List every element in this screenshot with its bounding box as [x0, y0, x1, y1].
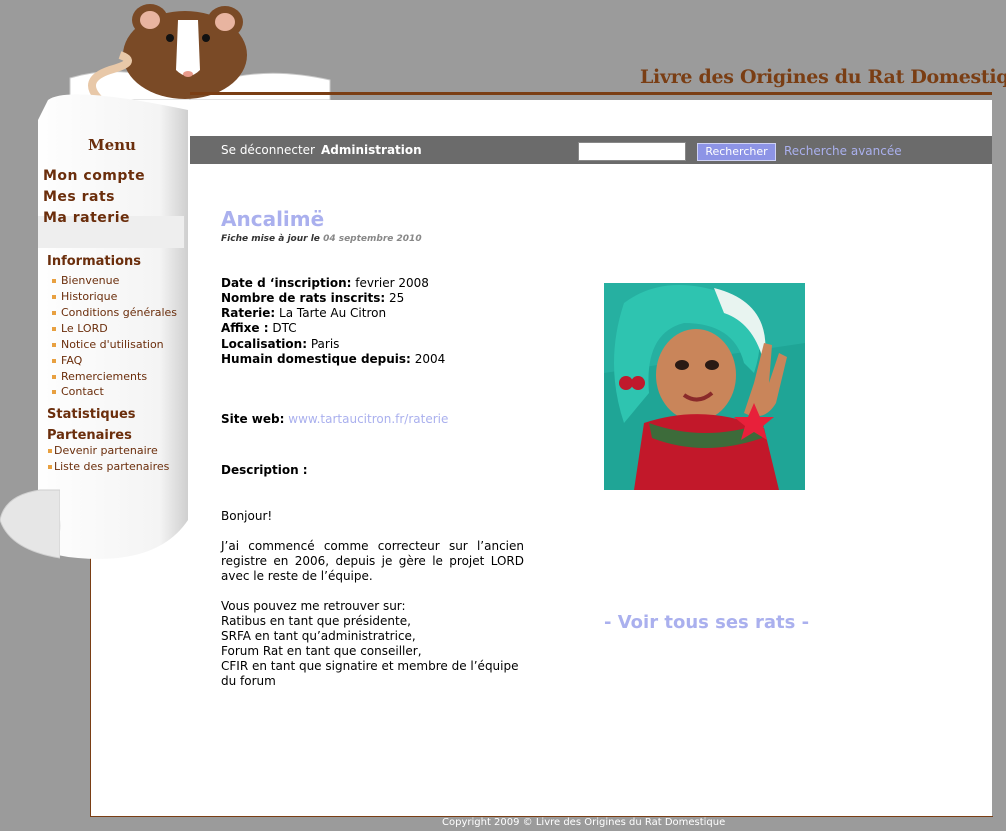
scroll-curl: [0, 489, 60, 559]
title-divider: [190, 92, 992, 95]
bullet-icon: [52, 279, 56, 283]
bullet-icon: [48, 449, 52, 453]
sidebar-item-notice[interactable]: Notice d'utilisation: [52, 338, 164, 351]
field-human-since: Humain domestique depuis: 2004: [221, 352, 446, 366]
field-rat-count: Nombre de rats inscrits: 25: [221, 291, 405, 305]
bullet-icon: [52, 295, 56, 299]
sidebar-item-history[interactable]: Historique: [52, 290, 117, 303]
sidebar-item-faq[interactable]: FAQ: [52, 354, 82, 367]
menu-title: Menu: [88, 136, 136, 154]
last-updated: Fiche mise à jour le 04 septembre 2010: [221, 234, 422, 244]
logout-link[interactable]: Se déconnecter: [221, 143, 315, 157]
bullet-icon: [52, 327, 56, 331]
field-ratery: Raterie: La Tarte Au Citron: [221, 306, 387, 320]
website-link[interactable]: www.tartaucitron.fr/raterie: [288, 412, 448, 426]
sidebar-item-contact[interactable]: Contact: [52, 385, 104, 398]
see-all-rats-link[interactable]: - Voir tous ses rats -: [604, 612, 809, 633]
my-rats-link[interactable]: Mes rats: [43, 189, 115, 205]
website-label: Site web:: [221, 412, 285, 426]
bullet-icon: [52, 343, 56, 347]
profile-name: Ancalimë: [221, 207, 325, 231]
bullet-icon: [52, 311, 56, 315]
admin-link[interactable]: Administration: [321, 143, 422, 157]
header: Livre des Origines du Rat Domestique: [0, 0, 1006, 100]
profile-avatar: [604, 283, 805, 490]
field-affix: Affixe : DTC: [221, 321, 297, 335]
statistics-link[interactable]: Statistiques: [47, 407, 136, 422]
partners-heading: Partenaires: [47, 428, 132, 443]
search-button[interactable]: Rechercher: [697, 143, 776, 161]
bullet-icon: [52, 375, 56, 379]
sidebar-item-thanks[interactable]: Remerciements: [52, 370, 147, 383]
sidebar-item-partner-list[interactable]: Liste des partenaires: [48, 460, 169, 473]
sidebar-item-welcome[interactable]: Bienvenue: [52, 274, 119, 287]
website-row: Site web: www.tartaucitron.fr/raterie: [221, 412, 448, 426]
sidebar-item-become-partner[interactable]: Devenir partenaire: [48, 444, 158, 457]
description-text: Bonjour! J’ai commencé comme correcteur …: [221, 509, 524, 688]
right-margin: [992, 100, 1006, 816]
field-location: Localisation: Paris: [221, 337, 340, 351]
informations-heading: Informations: [47, 254, 142, 269]
bullet-icon: [52, 390, 56, 394]
copyright: Copyright 2009 © Livre des Origines du R…: [442, 817, 726, 828]
sidebar-item-terms[interactable]: Conditions générales: [52, 306, 177, 319]
sidebar-item-lord[interactable]: Le LORD: [52, 322, 108, 335]
bullet-icon: [48, 465, 52, 469]
site-title: Livre des Origines du Rat Domestique: [640, 66, 1006, 88]
field-registration-date: Date d ‘inscription: fevrier 2008: [221, 276, 429, 290]
description-label: Description :: [221, 463, 308, 477]
my-ratery-link[interactable]: Ma raterie: [43, 210, 130, 226]
advanced-search-link[interactable]: Recherche avancée: [784, 144, 902, 158]
last-updated-date: 04 septembre 2010: [323, 234, 422, 244]
search-input[interactable]: [578, 142, 686, 161]
bullet-icon: [52, 359, 56, 363]
my-account-link[interactable]: Mon compte: [43, 168, 145, 184]
